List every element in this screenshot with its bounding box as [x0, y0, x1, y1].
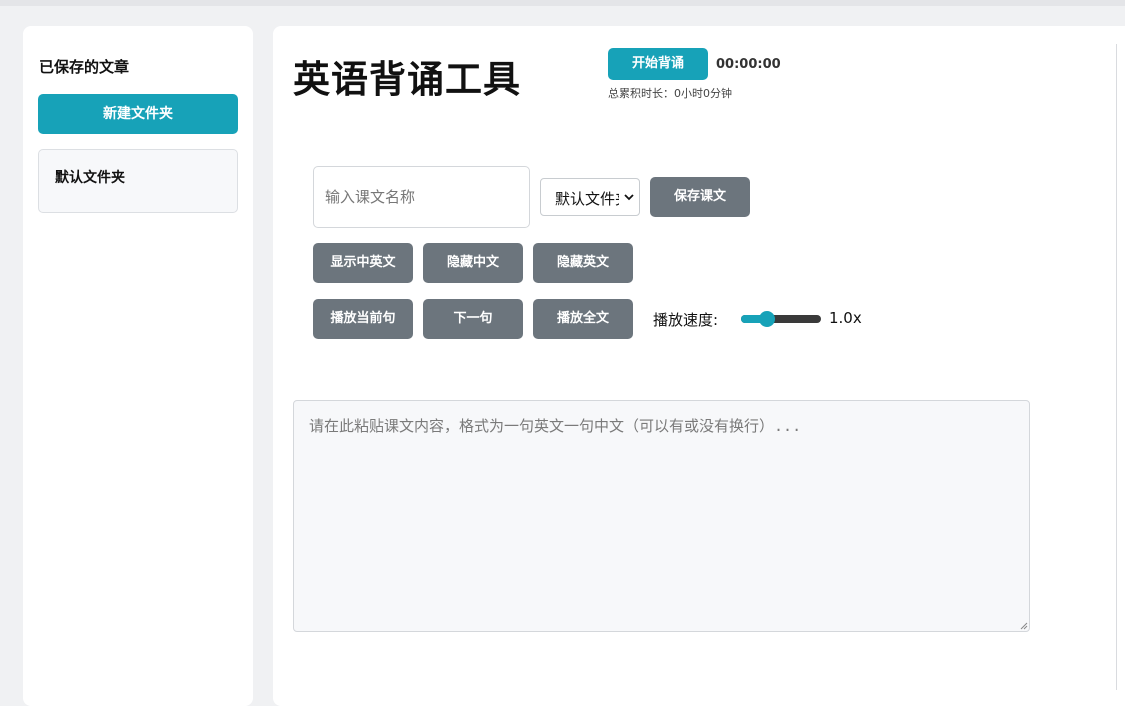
folder-select[interactable]: 默认文件夹 [540, 178, 640, 216]
show-both-button[interactable]: 显示中英文 [313, 243, 413, 283]
total-time-label: 总累积时长：0小时0分钟 [608, 87, 732, 100]
folder-select-value: 默认文件夹 [555, 190, 619, 208]
window-top-edge [0, 0, 1125, 6]
save-lesson-button[interactable]: 保存课文 [650, 177, 750, 217]
play-current-button[interactable]: 播放当前句 [313, 299, 413, 339]
speed-label: 播放速度: [653, 311, 719, 329]
folder-name: 默认文件夹 [55, 170, 125, 186]
chevron-down-icon [624, 194, 634, 201]
sidebar: 已保存的文章 新建文件夹 默认文件夹 [23, 26, 253, 706]
main-panel: 英语背诵工具 开始背诵 00:00:00 总累积时长：0小时0分钟 默认文件夹 … [273, 26, 1125, 706]
session-timer: 00:00:00 [716, 57, 781, 72]
sidebar-title: 已保存的文章 [39, 58, 130, 76]
folder-item-default[interactable]: 默认文件夹 [38, 149, 238, 213]
next-sentence-button[interactable]: 下一句 [423, 299, 523, 339]
play-all-button[interactable]: 播放全文 [533, 299, 633, 339]
new-folder-button[interactable]: 新建文件夹 [38, 94, 238, 134]
start-recite-button[interactable]: 开始背诵 [608, 48, 708, 80]
speed-slider[interactable] [741, 311, 821, 327]
hide-english-button[interactable]: 隐藏英文 [533, 243, 633, 283]
speed-value: 1.0x [829, 309, 862, 327]
hide-chinese-button[interactable]: 隐藏中文 [423, 243, 523, 283]
resize-grip-icon[interactable] [1020, 622, 1028, 630]
page-title: 英语背诵工具 [293, 58, 521, 101]
scrollbar-edge [1116, 44, 1117, 690]
speed-slider-thumb[interactable] [759, 311, 776, 327]
lesson-content-textarea[interactable] [293, 400, 1030, 632]
lesson-title-input[interactable] [313, 166, 530, 228]
